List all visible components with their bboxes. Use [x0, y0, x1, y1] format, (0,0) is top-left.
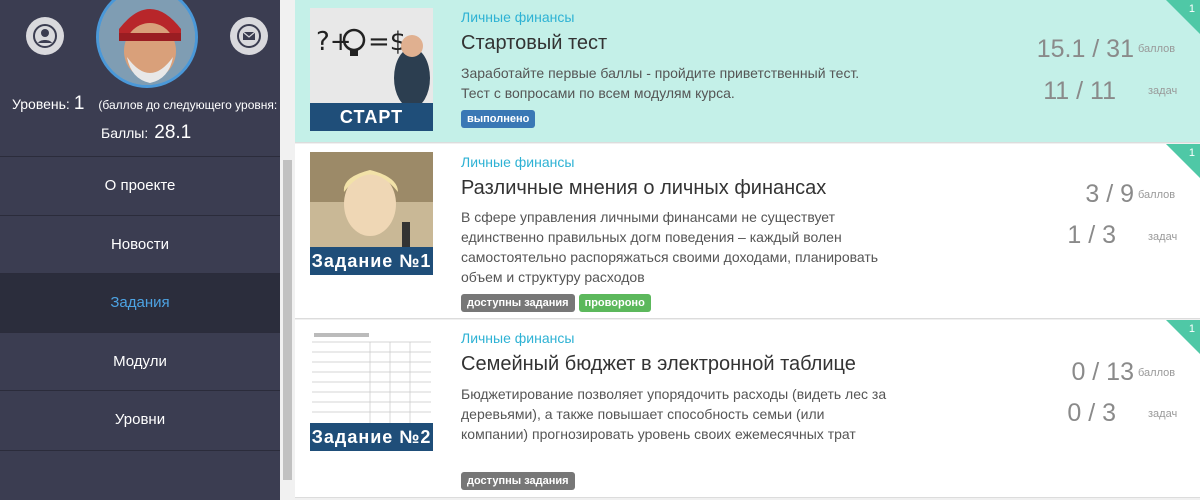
status-badge-checked: проворонo [578, 294, 651, 312]
svg-text:?+: ?+ [316, 27, 352, 57]
task-score: 3 / 9 [1085, 180, 1134, 208]
corner-count: 1 [1188, 147, 1195, 159]
task-image: Задание №1 [310, 152, 433, 275]
menu-item-news[interactable]: Новости [0, 214, 280, 273]
status-badge-available: доступны задания [461, 294, 575, 312]
level-value: 1 [73, 93, 85, 114]
task-category[interactable]: Личные финансы [461, 330, 574, 346]
task-tasks: 1 / 3 [1067, 221, 1116, 249]
mail-icon[interactable] [230, 17, 268, 55]
task-tasks-unit: задач [1148, 408, 1178, 420]
task-score: 0 / 13 [1071, 358, 1134, 386]
corner-count: 1 [1188, 323, 1195, 335]
task-badges: выполнено [461, 110, 536, 128]
task-category[interactable]: Личные финансы [461, 154, 574, 170]
menu-item-about[interactable]: О проекте [0, 156, 280, 215]
task-image: ?+ =$ СТАРТ [310, 8, 433, 131]
score-info: Баллы: 28.1 [101, 122, 191, 144]
sidebar: Уровень: 1 (баллов до следующего уровня: 2… [0, 0, 301, 500]
menu-item-levels[interactable]: Уровни [0, 390, 280, 449]
task-title[interactable]: Различные мнения о личных финансах [461, 177, 826, 200]
sidebar-scrollbar-thumb[interactable] [283, 160, 292, 480]
task-card[interactable]: ?+ =$ СТАРТ Личные финансы Стартовый тес… [295, 0, 1200, 143]
task-tasks-unit: задач [1148, 231, 1178, 243]
task-tasks-unit: задач [1148, 85, 1178, 97]
score-label: Баллы: [101, 125, 149, 141]
task-card[interactable]: Задание №1 Личные финансы Различные мнен… [295, 144, 1200, 319]
task-score-unit: баллов [1138, 43, 1176, 55]
task-score-unit: баллов [1138, 189, 1176, 201]
task-score: 15.1 / 31 [1036, 35, 1134, 63]
level-info: Уровень: 1 (баллов до следующего уровня: 2… [12, 93, 301, 115]
task-card[interactable]: Задание №2 Личные финансы Семейный бюдже… [295, 320, 1200, 498]
profile-panel: Уровень: 1 (баллов до следующего уровня: 2… [0, 0, 301, 156]
task-image: Задание №2 [310, 328, 433, 451]
svg-text:=$: =$ [368, 27, 406, 57]
task-badges: доступны задания [461, 472, 575, 490]
avatar[interactable] [96, 0, 198, 88]
task-tasks: 11 / 11 [1043, 77, 1116, 105]
task-image-banner: СТАРТ [310, 103, 433, 131]
task-badges: доступны задания проворонo [461, 294, 651, 312]
task-image-banner: Задание №2 [310, 423, 433, 451]
task-category[interactable]: Личные финансы [461, 9, 574, 25]
user-icon[interactable] [26, 17, 64, 55]
status-badge-done: выполнено [461, 110, 536, 128]
corner-count: 1 [1188, 3, 1195, 15]
menu-item-tasks[interactable]: Задания [0, 273, 280, 332]
level-hint: (баллов до следующего уровня: 22 ) [98, 98, 302, 112]
task-description: Бюджетирование позволяет упорядочить рас… [461, 386, 887, 442]
level-label: Уровень: [12, 96, 70, 112]
task-list: ?+ =$ СТАРТ Личные финансы Стартовый тес… [295, 0, 1200, 500]
task-title[interactable]: Стартовый тест [461, 32, 607, 55]
menu-item-partial[interactable] [0, 450, 280, 500]
task-description: Заработайте первые баллы - пройдите прив… [461, 65, 860, 101]
sidebar-scrollbar[interactable] [280, 0, 295, 500]
menu-item-modules[interactable]: Модули [0, 331, 280, 390]
task-title[interactable]: Семейный бюджет в электронной таблице [461, 353, 856, 376]
score-value: 28.1 [154, 122, 192, 143]
task-image-banner: Задание №1 [310, 247, 433, 275]
status-badge-available: доступны задания [461, 472, 575, 490]
task-tasks: 0 / 3 [1067, 399, 1116, 427]
task-description: В сфере управления личными финансами не … [461, 209, 879, 285]
task-score-unit: баллов [1138, 367, 1176, 379]
sidebar-menu: О проекте Новости Задания Модули Уровни [0, 156, 280, 449]
